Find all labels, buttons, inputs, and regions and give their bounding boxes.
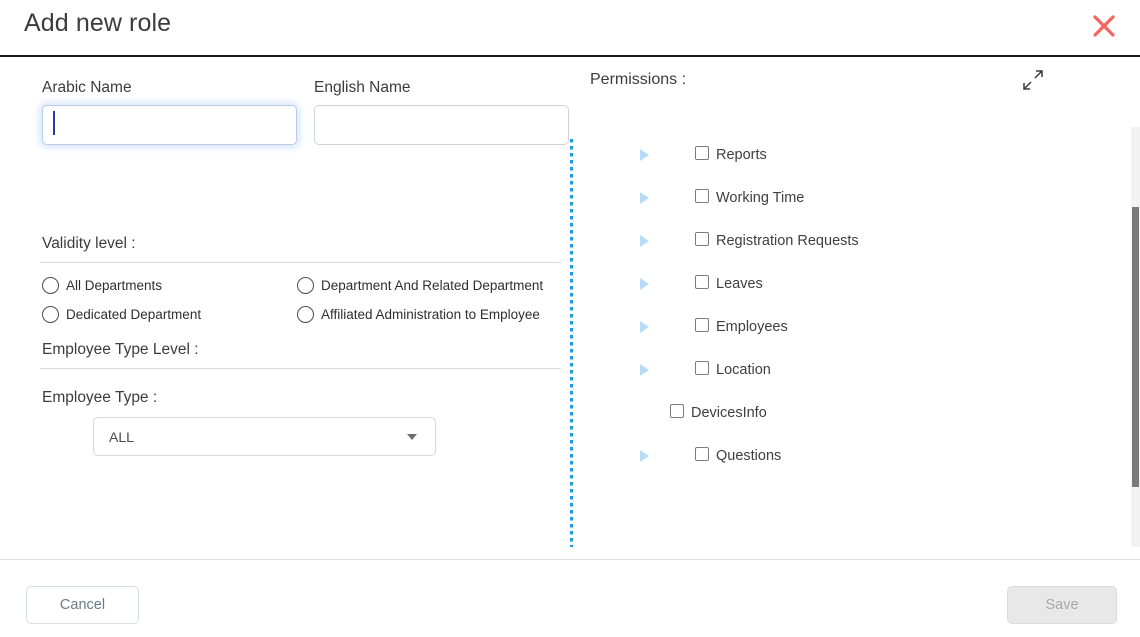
english-name-label: English Name — [314, 79, 411, 96]
triangle-right-icon[interactable] — [640, 191, 649, 204]
role-details-panel: Arabic Name English Name Validity level … — [0, 57, 570, 559]
permission-checkbox[interactable] — [695, 189, 709, 203]
radio-label: All Departments — [66, 278, 163, 293]
arabic-name-group: Arabic Name — [42, 79, 297, 145]
permissions-panel: Permissions : Reports Working Time Regis… — [572, 57, 1140, 559]
radio-department-and-related[interactable]: Department And Related Department — [297, 277, 543, 294]
permissions-tree: Reports Working Time Registration Reques… — [572, 133, 1112, 477]
triangle-right-icon[interactable] — [640, 148, 649, 161]
permission-label: Registration Requests — [716, 232, 859, 249]
scrollbar-track[interactable] — [1131, 127, 1140, 547]
scrollbar-thumb[interactable] — [1132, 207, 1139, 487]
validity-level-label: Validity level : — [42, 235, 136, 252]
triangle-right-icon[interactable] — [640, 234, 649, 247]
radio-circle-icon — [297, 306, 314, 323]
divider-validity — [40, 262, 561, 263]
permission-label: Reports — [716, 146, 767, 163]
tree-row-questions[interactable]: Questions — [572, 434, 1112, 477]
tree-row-location[interactable]: Location — [572, 348, 1112, 391]
permission-checkbox[interactable] — [670, 404, 684, 418]
arabic-name-input[interactable] — [42, 105, 297, 145]
tree-row-reports[interactable]: Reports — [572, 133, 1112, 176]
permission-checkbox[interactable] — [695, 361, 709, 375]
dialog-header: Add new role — [0, 0, 1140, 57]
english-name-input[interactable] — [314, 105, 569, 145]
tree-row-registration-requests[interactable]: Registration Requests — [572, 219, 1112, 262]
employee-type-selected-value: ALL — [109, 428, 134, 445]
employee-type-select[interactable]: ALL — [93, 417, 436, 456]
permission-checkbox[interactable] — [695, 232, 709, 246]
close-icon — [1093, 15, 1115, 37]
triangle-right-icon[interactable] — [640, 320, 649, 333]
dialog-body: Arabic Name English Name Validity level … — [0, 57, 1140, 559]
save-button[interactable]: Save — [1007, 586, 1117, 624]
permissions-title: Permissions : — [590, 71, 687, 88]
dialog-footer: Cancel Save — [0, 559, 1140, 637]
triangle-right-icon[interactable] — [640, 277, 649, 290]
permission-label: Employees — [716, 318, 788, 335]
expand-fullscreen-button[interactable] — [1020, 67, 1046, 93]
permission-label: DevicesInfo — [691, 404, 767, 421]
cancel-button[interactable]: Cancel — [26, 586, 139, 624]
divider-employee-type-level — [40, 368, 561, 369]
radio-circle-icon — [297, 277, 314, 294]
permission-checkbox[interactable] — [695, 275, 709, 289]
close-button[interactable] — [1084, 6, 1124, 46]
permission-label: Questions — [716, 447, 782, 464]
triangle-right-icon[interactable] — [640, 449, 649, 462]
employee-type-label: Employee Type : — [42, 389, 158, 406]
radio-circle-icon — [42, 277, 59, 294]
arabic-name-label: Arabic Name — [42, 79, 132, 96]
triangle-right-icon[interactable] — [640, 363, 649, 376]
permission-checkbox[interactable] — [695, 447, 709, 461]
permission-label: Location — [716, 361, 771, 378]
permission-label: Leaves — [716, 275, 763, 292]
permission-checkbox[interactable] — [695, 318, 709, 332]
radio-label: Department And Related Department — [321, 278, 544, 293]
radio-circle-icon — [42, 306, 59, 323]
tree-row-devicesinfo[interactable]: DevicesInfo — [572, 391, 1112, 434]
radio-label: Affiliated Administration to Employee — [321, 307, 540, 322]
radio-affiliated-administration[interactable]: Affiliated Administration to Employee — [297, 306, 540, 323]
radio-all-departments[interactable]: All Departments — [42, 277, 162, 294]
page-title: Add new role — [24, 9, 172, 37]
permission-label: Working Time — [716, 189, 805, 206]
tree-row-employees[interactable]: Employees — [572, 305, 1112, 348]
employee-type-level-label: Employee Type Level : — [42, 341, 199, 358]
permission-checkbox[interactable] — [695, 146, 709, 160]
tree-row-working-time[interactable]: Working Time — [572, 176, 1112, 219]
expand-fullscreen-icon — [1023, 70, 1043, 90]
text-caret — [53, 111, 55, 135]
tree-row-leaves[interactable]: Leaves — [572, 262, 1112, 305]
english-name-group: English Name — [314, 79, 569, 145]
chevron-down-icon — [407, 433, 417, 440]
radio-dedicated-department[interactable]: Dedicated Department — [42, 306, 201, 323]
radio-label: Dedicated Department — [66, 307, 202, 322]
